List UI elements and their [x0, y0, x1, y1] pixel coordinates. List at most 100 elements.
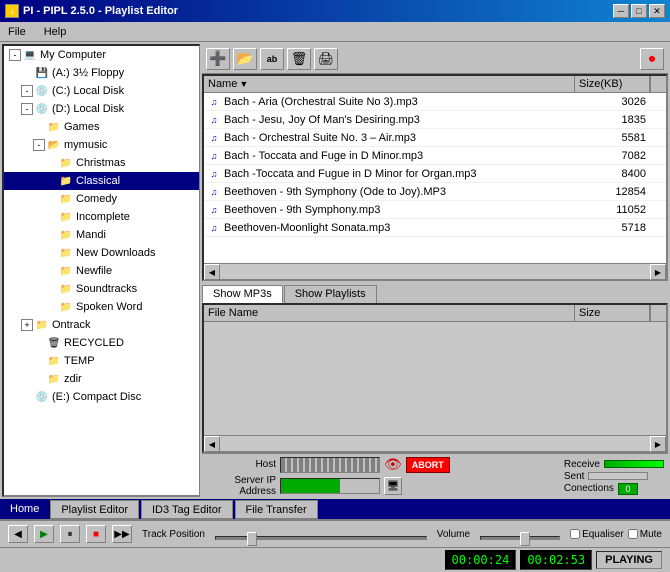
tree-item-spokenword[interactable]: 📁Spoken Word	[4, 298, 199, 316]
tree-icon-temp: 📁	[46, 354, 62, 368]
title-bar: ♪ PI - PIPL 2.5.0 - Playlist Editor ─ □ …	[0, 0, 670, 22]
add-folder-button[interactable]: 📂	[233, 48, 257, 70]
volume-slider[interactable]	[480, 528, 560, 540]
stop-player-button[interactable]: ■	[86, 525, 106, 543]
tree-expand-ontrack[interactable]: +	[21, 319, 33, 331]
mute-label: Mute	[640, 529, 662, 540]
file-name-cell: Bach -Toccata and Fugue in D Minor for O…	[224, 168, 580, 180]
tree-expand-d-drive[interactable]: -	[21, 103, 33, 115]
file-size-cell: 3026	[580, 96, 650, 108]
equaliser-option[interactable]: Equaliser	[570, 529, 624, 540]
delete-button[interactable]: 🗑	[287, 48, 311, 70]
connect-button[interactable]: 🖥	[384, 477, 402, 495]
tree-item-floppy[interactable]: 💾(A:) 3½ Floppy	[4, 64, 199, 82]
table-row[interactable]: ♫ Beethoven-Moonlight Sonata.mp3 5718	[204, 219, 666, 237]
size-column-header[interactable]: Size(KB)	[575, 76, 650, 92]
tree-item-classical[interactable]: 📁Classical	[4, 172, 199, 190]
tree-item-e-drive[interactable]: 💿(E:) Compact Disc	[4, 388, 199, 406]
id3-tag-editor-tab[interactable]: ID3 Tag Editor	[141, 500, 233, 519]
h-scroll-right[interactable]: ▶	[650, 264, 666, 280]
rename-button[interactable]: ab	[260, 48, 284, 70]
stop-button[interactable]: ⏺	[640, 48, 664, 70]
connection-bar: Host 👁 ABORT Server IP Address 🖥 Receive	[202, 453, 668, 499]
table-row[interactable]: ♫ Bach - Aria (Orchestral Suite No 3).mp…	[204, 93, 666, 111]
tree-item-zdir[interactable]: 📁zdir	[4, 370, 199, 388]
playlist-scroll-right[interactable]: ▶	[650, 436, 666, 452]
tree-icon-d-drive: 💿	[34, 102, 50, 116]
abort-button[interactable]: ABORT	[406, 457, 450, 473]
player-bar: ◀ ▶ ⏸ ■ ▶▶ Track Position Volume Equalis…	[0, 519, 670, 547]
host-input[interactable]	[280, 457, 380, 473]
tree-icon-floppy: 💾	[34, 66, 50, 80]
table-row[interactable]: ♫ Bach - Orchestral Suite No. 3 – Air.mp…	[204, 129, 666, 147]
tree-item-c-drive[interactable]: -💿(C:) Local Disk	[4, 82, 199, 100]
mute-checkbox[interactable]	[628, 529, 638, 539]
table-row[interactable]: ♫ Bach -Toccata and Fugue in D Minor for…	[204, 165, 666, 183]
maximize-button[interactable]: □	[631, 4, 647, 18]
file-transfer-tab[interactable]: File Transfer	[235, 500, 318, 519]
playlist-scroll-left[interactable]: ◀	[204, 436, 220, 452]
file-menu[interactable]: File	[4, 25, 30, 39]
tree-item-mymusic[interactable]: -📂mymusic	[4, 136, 199, 154]
tree-label-classical: Classical	[76, 175, 120, 187]
file-icon: ♫	[206, 166, 222, 182]
tree-label-newdownloads: New Downloads	[76, 247, 155, 259]
tree-label-mycomputer: My Computer	[40, 49, 106, 61]
print-button[interactable]: 🖨	[314, 48, 338, 70]
table-row[interactable]: ♫ Bach - Toccata and Fuge in D Minor.mp3…	[204, 147, 666, 165]
tree-item-newfile[interactable]: 📁Newfile	[4, 262, 199, 280]
tree-icon-newdownloads: 📁	[58, 246, 74, 260]
track-slider[interactable]	[215, 528, 427, 540]
tree-item-incomplete[interactable]: 📁Incomplete	[4, 208, 199, 226]
tree-icon-e-drive: 💿	[34, 390, 50, 404]
mute-option[interactable]: Mute	[628, 529, 662, 540]
tree-icon-mandi: 📁	[58, 228, 74, 242]
window-controls: ─ □ ✕	[613, 4, 665, 18]
tree-item-soundtracks[interactable]: 📁Soundtracks	[4, 280, 199, 298]
name-column-header[interactable]: Name ▼	[204, 76, 575, 92]
help-menu[interactable]: Help	[40, 25, 71, 39]
server-ip-input[interactable]	[280, 478, 380, 494]
tree-icon-c-drive: 💿	[34, 84, 50, 98]
show-mp3s-tab[interactable]: Show MP3s	[202, 285, 283, 303]
playlist-editor-tab[interactable]: Playlist Editor	[50, 500, 139, 519]
sent-indicator	[588, 472, 648, 480]
file-icon: ♫	[206, 148, 222, 164]
tree-expand-c-drive[interactable]: -	[21, 85, 33, 97]
tree-label-spokenword: Spoken Word	[76, 301, 142, 313]
tree-item-temp[interactable]: 📁TEMP	[4, 352, 199, 370]
tree-item-d-drive[interactable]: -💿(D:) Local Disk	[4, 100, 199, 118]
home-tab[interactable]: Home	[0, 499, 49, 519]
table-row[interactable]: ♫ Bach - Jesu, Joy Of Man's Desiring.mp3…	[204, 111, 666, 129]
tree-item-mandi[interactable]: 📁Mandi	[4, 226, 199, 244]
playlist-header: File Name Size	[204, 305, 666, 322]
file-name-cell: Bach - Aria (Orchestral Suite No 3).mp3	[224, 96, 580, 108]
table-row[interactable]: ♫ Beethoven - 9th Symphony.mp3 11052	[204, 201, 666, 219]
pause-button[interactable]: ⏸	[60, 525, 80, 543]
add-button[interactable]: ➕	[206, 48, 230, 70]
minimize-button[interactable]: ─	[613, 4, 629, 18]
tree-expand-mymusic[interactable]: -	[33, 139, 45, 151]
prev-button[interactable]: ◀	[8, 525, 28, 543]
next-button[interactable]: ▶▶	[112, 525, 132, 543]
tree-expand-mycomputer[interactable]: -	[9, 49, 21, 61]
status-bar: 00:00:24 00:02:53 PLAYING	[0, 547, 670, 572]
tree-item-christmas[interactable]: 📁Christmas	[4, 154, 199, 172]
file-icon: ♫	[206, 130, 222, 146]
play-button[interactable]: ▶	[34, 525, 54, 543]
tree-item-newdownloads[interactable]: 📁New Downloads	[4, 244, 199, 262]
tree-icon-soundtracks: 📁	[58, 282, 74, 296]
tree-item-ontrack[interactable]: +📁Ontrack	[4, 316, 199, 334]
tree-item-games[interactable]: 📁Games	[4, 118, 199, 136]
tree-item-recycled[interactable]: 🗑RECYCLED	[4, 334, 199, 352]
tree-item-mycomputer[interactable]: -💻My Computer	[4, 46, 199, 64]
show-playlists-tab[interactable]: Show Playlists	[284, 285, 377, 303]
tree-item-comedy[interactable]: 📁Comedy	[4, 190, 199, 208]
equaliser-checkbox[interactable]	[570, 529, 580, 539]
status-playing: PLAYING	[596, 551, 662, 569]
h-scrollbar[interactable]: ◀ ▶	[204, 263, 666, 279]
file-name-cell: Bach - Orchestral Suite No. 3 – Air.mp3	[224, 132, 580, 144]
close-button[interactable]: ✕	[649, 4, 665, 18]
h-scroll-left[interactable]: ◀	[204, 264, 220, 280]
table-row[interactable]: ♫ Beethoven - 9th Symphony (Ode to Joy).…	[204, 183, 666, 201]
